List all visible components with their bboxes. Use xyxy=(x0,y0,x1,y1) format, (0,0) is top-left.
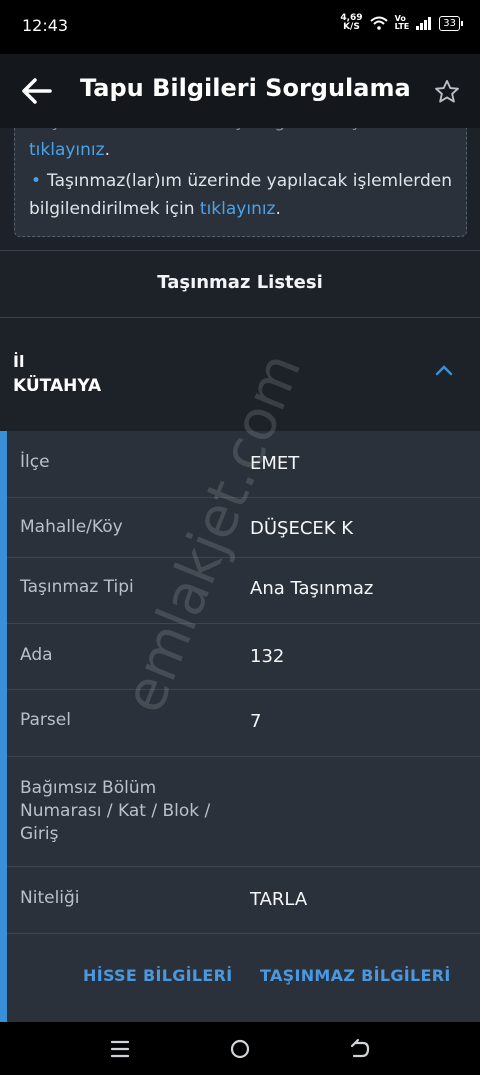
home-icon[interactable] xyxy=(229,1038,251,1060)
back-nav-icon[interactable] xyxy=(349,1038,371,1060)
watermark: emlakjet.com xyxy=(111,344,314,721)
system-nav-bar xyxy=(0,1022,480,1075)
watermark-text: emlakjet.com xyxy=(111,344,314,721)
menu-icon[interactable] xyxy=(109,1038,131,1060)
